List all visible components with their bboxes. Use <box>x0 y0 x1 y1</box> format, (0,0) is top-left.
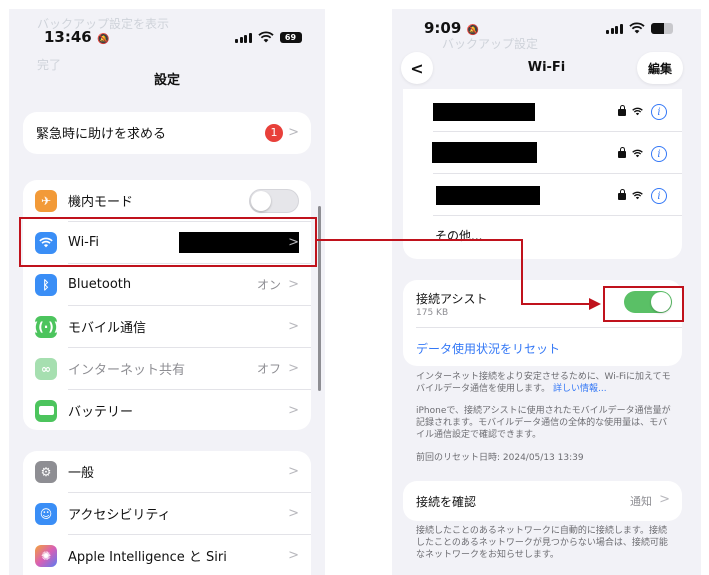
battery-status-icon: 69 <box>279 31 302 43</box>
lock-icon <box>618 105 626 116</box>
redacted-network-name <box>436 186 540 205</box>
chevron-right-icon: > <box>288 277 299 292</box>
chevron-right-icon: > <box>288 125 299 140</box>
connector-line-horizontal <box>315 239 523 241</box>
wifi-highlight-box <box>19 217 317 267</box>
redacted-network-name <box>432 142 537 163</box>
usage-amount: 175 KB <box>416 308 449 318</box>
chevron-right-icon: > <box>288 403 299 418</box>
chevron-right-icon: > <box>659 492 670 507</box>
lock-icon <box>618 189 626 200</box>
chevron-right-icon: > <box>288 319 299 334</box>
airplane-icon: ✈ <box>35 189 57 212</box>
emergency-card[interactable]: 緊急時に助けを求める 1 > <box>23 112 311 154</box>
chevron-right-icon: > <box>288 464 299 479</box>
mobile-data-label: モバイル通信 <box>68 321 147 336</box>
airplane-mode-label: 機内モード <box>68 195 134 210</box>
chevron-right-icon: > <box>288 361 299 376</box>
edit-button[interactable]: 編集 <box>637 52 683 84</box>
status-time: 9:09 🔕 <box>424 19 479 37</box>
wifi-status-icon <box>628 22 645 34</box>
connector-line-horizontal-2 <box>521 303 593 305</box>
toggle-highlight-box <box>603 286 684 322</box>
signal-icon <box>606 23 623 34</box>
general-group: ⚙ 一般 > ☺ アクセシビリティ > ✺ Apple Intelligence… <box>23 451 311 575</box>
silent-bell-icon: 🔕 <box>96 34 110 45</box>
info-icon[interactable]: i <box>651 146 667 162</box>
network-list: i i i その他... <box>403 89 682 259</box>
general-label: 一般 <box>68 466 95 481</box>
link-icon: ∞ <box>35 357 57 380</box>
bluetooth-row[interactable]: ᛒ Bluetooth オン > <box>23 264 311 305</box>
battery-label: バッテリー <box>68 405 134 420</box>
usage-description: iPhoneで、接続アシストに使用されたモバイルデータ通信量が 記録されます。モ… <box>416 406 671 440</box>
accessibility-row[interactable]: ☺ アクセシビリティ > <box>23 493 311 534</box>
bluetooth-icon: ᛒ <box>35 273 57 296</box>
status-time: 13:46 🔕 <box>44 28 110 46</box>
settings-screen: バックアップ設定を表示 完了 13:46 🔕 69 設定 緊急時に助けを求める … <box>9 9 325 575</box>
gear-icon: ⚙ <box>35 460 57 483</box>
status-icons <box>606 22 673 34</box>
antenna-icon: ((·)) <box>33 315 59 338</box>
learn-more-link[interactable]: 詳しい情報... <box>553 384 607 394</box>
info-icon[interactable]: i <box>651 104 667 120</box>
info-icon[interactable]: i <box>651 188 667 204</box>
reset-usage-button[interactable]: データ使用状況をリセット <box>416 340 560 357</box>
scrollbar[interactable] <box>318 206 321 391</box>
network-row[interactable]: i <box>403 89 682 131</box>
bluetooth-label: Bluetooth <box>68 277 132 292</box>
airplane-mode-toggle[interactable] <box>249 188 299 213</box>
wifi-signal-icon <box>632 191 643 200</box>
signal-icon <box>235 32 252 43</box>
accessibility-label: アクセシビリティ <box>68 508 171 523</box>
ask-to-join-row[interactable]: 接続を確認 通知 > <box>403 481 682 521</box>
siri-row[interactable]: ✺ Apple Intelligence と Siri > <box>23 535 311 575</box>
network-row[interactable]: i <box>403 174 682 215</box>
network-row[interactable]: i <box>403 132 682 173</box>
status-icons: 69 <box>235 31 302 43</box>
connector-line-vertical <box>521 239 523 305</box>
ghost-back-text: バックアップ設定 <box>442 37 539 51</box>
wifi-signal-icon <box>632 149 643 158</box>
notification-badge: 1 <box>265 123 283 142</box>
hotspot-label: インターネット共有 <box>68 363 186 378</box>
lock-icon <box>618 147 626 158</box>
wifi-signal-icon <box>632 107 643 116</box>
bluetooth-value: オン <box>256 278 281 292</box>
siri-label: Apple Intelligence と Siri <box>68 550 227 565</box>
hotspot-value: オフ <box>256 362 281 376</box>
other-network-button[interactable]: その他... <box>435 227 482 244</box>
chevron-right-icon: > <box>288 506 299 521</box>
emergency-label: 緊急時に助けを求める <box>36 127 167 142</box>
page-title: 設定 <box>153 73 180 88</box>
redacted-network-name <box>433 103 535 121</box>
arrowhead-icon <box>589 298 601 310</box>
battery-icon <box>35 399 57 422</box>
general-row[interactable]: ⚙ 一般 > <box>23 451 311 492</box>
siri-icon: ✺ <box>35 544 57 567</box>
silent-bell-icon: 🔕 <box>466 25 479 36</box>
airplane-mode-row[interactable]: ✈ 機内モード <box>23 180 311 221</box>
chevron-right-icon: > <box>288 548 299 563</box>
wifi-status-icon <box>257 31 274 43</box>
ask-to-join-value: 通知 <box>630 495 652 508</box>
last-reset-text: 前回のリセット日時: 2024/05/13 13:39 <box>416 453 584 463</box>
connection-assist-label: 接続アシスト <box>416 292 488 306</box>
accessibility-icon: ☺ <box>35 502 57 525</box>
battery-status-icon <box>650 22 673 34</box>
assist-description: インターネット接続をより安定させるために、Wi-Fiに加えてモ バイルデータ通信… <box>416 372 671 394</box>
hotspot-row[interactable]: ∞ インターネット共有 オフ > <box>23 348 311 389</box>
mobile-data-row[interactable]: ((·)) モバイル通信 > <box>23 306 311 347</box>
ask-to-join-description: 接続したことのあるネットワークに自動的に接続します。接続 したことのあるネットワ… <box>416 526 668 560</box>
ask-to-join-label: 接続を確認 <box>416 495 477 509</box>
battery-row[interactable]: バッテリー > <box>23 390 311 430</box>
